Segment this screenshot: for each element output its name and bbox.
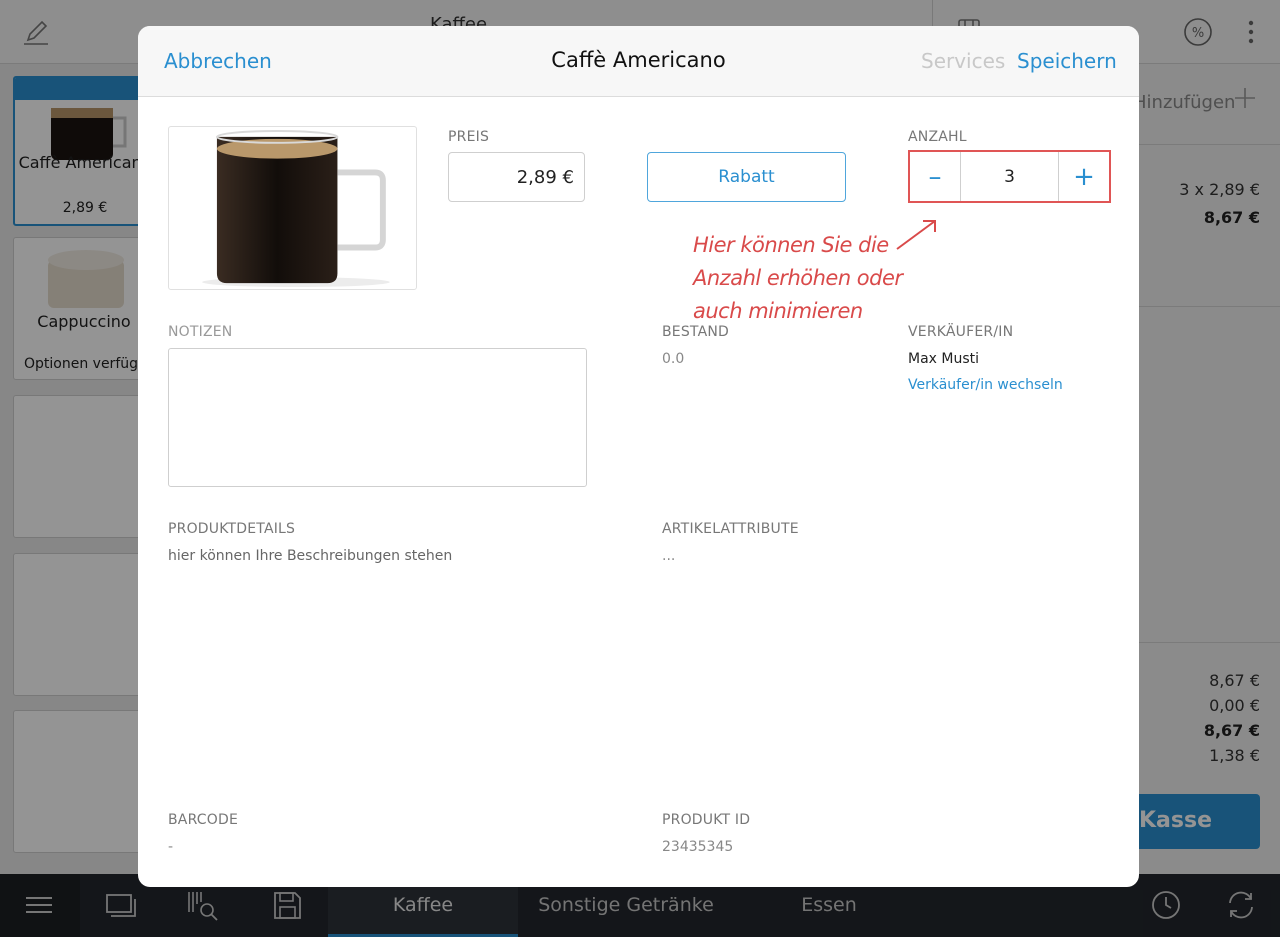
decrease-quantity-button[interactable]: – xyxy=(910,152,960,201)
details-label: PRODUKTDETAILS xyxy=(168,521,296,537)
barcode-value: - xyxy=(168,839,174,855)
save-button[interactable]: Speichern xyxy=(1017,49,1117,73)
annotation-note: Hier können Sie die Anzahl erhöhen oder … xyxy=(693,233,903,323)
product-edit-dialog: Abbrechen Caffè Americano Services Speic… xyxy=(138,26,1139,887)
attributes-value: ... xyxy=(662,548,676,564)
stock-value: 0.0 xyxy=(662,351,685,367)
price-label: PREIS xyxy=(448,129,490,145)
discount-button[interactable]: Rabatt xyxy=(647,152,846,202)
increase-quantity-button[interactable]: + xyxy=(1059,152,1109,201)
notes-label: NOTIZEN xyxy=(168,324,233,340)
product-id-label: PRODUKT ID xyxy=(662,812,751,828)
quantity-stepper: – + xyxy=(908,150,1111,203)
barcode-label: BARCODE xyxy=(168,812,239,828)
stock-label: BESTAND xyxy=(662,324,730,340)
product-id-value: 23435345 xyxy=(662,839,734,855)
seller-label: VERKÄUFER/IN xyxy=(908,324,1014,340)
seller-value: Max Musti xyxy=(908,351,980,367)
details-value: hier können Ihre Beschreibungen stehen xyxy=(168,548,453,564)
price-input[interactable] xyxy=(448,152,585,202)
quantity-label: ANZAHL xyxy=(908,129,967,145)
quantity-input[interactable] xyxy=(960,152,1059,201)
notes-field[interactable] xyxy=(168,348,587,487)
change-seller-link[interactable]: Verkäufer/in wechseln xyxy=(908,377,1063,393)
attributes-label: ARTIKELATTRIBUTE xyxy=(662,521,799,537)
dialog-header: Abbrechen Caffè Americano Services Speic… xyxy=(138,26,1139,97)
services-button[interactable]: Services xyxy=(921,49,1005,73)
product-image xyxy=(168,126,417,290)
